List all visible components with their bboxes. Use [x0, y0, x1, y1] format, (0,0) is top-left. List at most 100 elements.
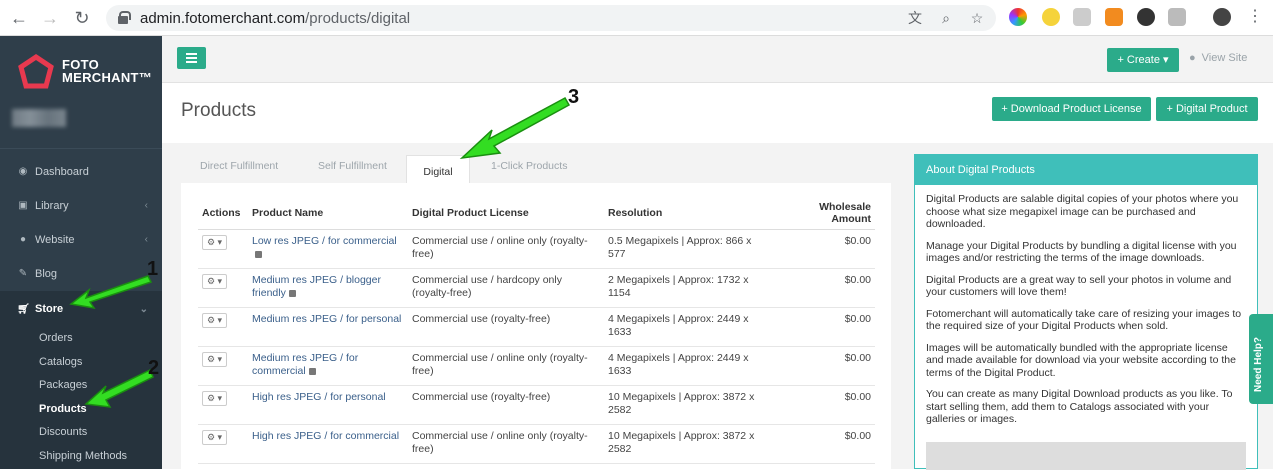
product-name-link[interactable]: Medium res JPEG / for personal	[252, 313, 401, 325]
hamburger-menu-button[interactable]	[177, 47, 206, 69]
license-cell: Commercial use / online only (royalty-fr…	[408, 229, 604, 269]
about-panel-body: Digital Products are salable digital cop…	[915, 185, 1257, 426]
products-table: Actions Product Name Digital Product Lic…	[198, 197, 875, 464]
product-name-link[interactable]: High res JPEG / for commercial	[252, 430, 399, 442]
resolution-cell: 2 Megapixels | Approx: 1732 x 1154	[604, 268, 774, 308]
sidebar-item-store[interactable]: 🛒︎ Store ⌄	[0, 291, 162, 328]
zoom-icon[interactable]: ⌕	[937, 9, 955, 27]
sidebar-subitem-catalogs[interactable]: Catalogs	[39, 356, 82, 368]
tab-self-fulfillment[interactable]: Self Fulfillment	[318, 160, 387, 172]
tab-direct-fulfillment[interactable]: Direct Fulfillment	[200, 160, 278, 172]
sidebar-item-library[interactable]: ▣ Library ‹	[0, 189, 162, 223]
chevron-left-icon: ‹	[144, 200, 148, 211]
sidebar-subitem-products[interactable]: Products	[39, 403, 87, 415]
sidebar-item-blog[interactable]: ✎ Blog	[0, 257, 162, 291]
add-digital-product-button[interactable]: + Digital Product	[1156, 97, 1258, 121]
product-name-cell: Medium res JPEG / for personal	[248, 307, 408, 347]
product-name-link[interactable]: Medium res JPEG / blogger friendly	[252, 274, 381, 299]
tab-digital[interactable]: Digital	[406, 155, 470, 183]
column-header: Product Name	[248, 197, 408, 230]
row-actions-button[interactable]: ⚙ ▾	[202, 235, 227, 250]
annotation-number-2: 2	[148, 357, 160, 379]
page-header: Products + Download Product License + Di…	[162, 83, 1273, 143]
license-cell: Commercial use (royalty-free)	[408, 385, 604, 425]
actions-cell: ⚙ ▾	[198, 385, 248, 425]
product-name-cell: High res JPEG / for personal	[248, 385, 408, 425]
table-header-row: Actions Product Name Digital Product Lic…	[198, 197, 875, 230]
table-row: ⚙ ▾ Low res JPEG / for commercial Commerci…	[198, 229, 875, 269]
tab-1-click-products[interactable]: 1-Click Products	[491, 160, 567, 172]
product-name-cell: High res JPEG / for commercial	[248, 424, 408, 464]
product-name-link[interactable]: High res JPEG / for personal	[252, 391, 386, 403]
sidebar-subitem-shipping-methods[interactable]: Shipping Methods	[39, 450, 127, 462]
row-actions-button[interactable]: ⚙ ▾	[202, 274, 227, 289]
menu-kebab-icon[interactable]: ⋮	[1243, 5, 1267, 29]
column-header: Resolution	[604, 197, 774, 230]
sidebar-subitem-orders[interactable]: Orders	[39, 332, 73, 344]
sidebar-subitem-packages[interactable]: Packages	[39, 379, 87, 391]
forward-icon[interactable]: →	[38, 6, 62, 30]
top-bar: + Create ▾ ● View Site	[162, 36, 1273, 83]
store-submenu: Orders Catalogs Packages Products Discou…	[0, 328, 162, 469]
globe-icon: ●	[1189, 52, 1196, 64]
row-actions-button[interactable]: ⚙ ▾	[202, 430, 227, 445]
need-help-tab[interactable]: Need Help?	[1249, 314, 1273, 404]
camera-extension-icon[interactable]	[1073, 8, 1091, 26]
main-content: + Create ▾ ● View Site Products + Downloa…	[162, 36, 1273, 470]
download-product-license-button[interactable]: + Download Product License	[992, 97, 1151, 121]
back-icon[interactable]: ←	[7, 6, 31, 30]
sidebar-subitem-discounts[interactable]: Discounts	[39, 426, 87, 438]
product-name-cell: Medium res JPEG / for commercial	[248, 346, 408, 386]
reload-icon[interactable]: ↻	[70, 6, 94, 30]
about-panel-title: About Digital Products	[915, 155, 1257, 185]
rss-icon[interactable]	[1105, 8, 1123, 26]
blurred-account-name	[12, 109, 66, 127]
sidebar-item-label: Blog	[35, 268, 58, 280]
translate-icon[interactable]: 文	[906, 9, 924, 27]
info-extension-icon[interactable]	[1137, 8, 1155, 26]
lock-icon	[118, 11, 131, 24]
chevron-down-icon: ⌄	[139, 304, 148, 315]
about-image-placeholder	[926, 442, 1246, 470]
actions-cell: ⚙ ▾	[198, 424, 248, 464]
license-cell: Commercial use / online only (royalty-fr…	[408, 346, 604, 386]
cart-icon: 🛒︎	[17, 304, 30, 315]
product-name-cell: Medium res JPEG / blogger friendly	[248, 268, 408, 308]
table-row: ⚙ ▾ High res JPEG / for commercial Commerc…	[198, 424, 875, 464]
column-header: Actions	[198, 197, 248, 230]
wholesale-amount-cell: $0.00	[774, 346, 875, 386]
product-name-link[interactable]: Low res JPEG / for commercial	[252, 235, 397, 247]
actions-cell: ⚙ ▾	[198, 229, 248, 269]
sidebar-divider	[0, 148, 162, 149]
profile-avatar-icon[interactable]	[1213, 8, 1231, 26]
globe-icon: ●	[19, 234, 27, 245]
lock-icon	[288, 290, 296, 297]
bookmark-star-icon[interactable]: ☆	[968, 9, 986, 27]
about-paragraph: Manage your Digital Products by bundling…	[926, 239, 1237, 265]
sidebar-item-website[interactable]: ● Website ‹	[0, 223, 162, 257]
puzzle-extension-icon[interactable]	[1168, 8, 1186, 26]
resolution-cell: 4 Megapixels | Approx: 2449 x 1633	[604, 307, 774, 347]
about-paragraph: Fotomerchant will automatically take car…	[926, 307, 1242, 333]
row-actions-button[interactable]: ⚙ ▾	[202, 352, 227, 367]
product-name-link[interactable]: Medium res JPEG / for commercial	[252, 352, 358, 377]
edit-icon: ✎	[18, 268, 28, 279]
lightbulb-extension-icon[interactable]	[1042, 8, 1060, 26]
wholesale-amount-cell: $0.00	[774, 268, 875, 308]
actions-cell: ⚙ ▾	[198, 268, 248, 308]
table-row: ⚙ ▾ Medium res JPEG / for commercial Comme…	[198, 346, 875, 386]
annotation-number-3: 3	[568, 86, 580, 108]
sidebar-item-dashboard[interactable]: ◉ Dashboard	[0, 155, 162, 189]
address-bar[interactable]: admin.fotomerchant.com/products/digital …	[106, 5, 996, 31]
create-dropdown-button[interactable]: + Create ▾	[1107, 48, 1179, 72]
row-actions-button[interactable]: ⚙ ▾	[202, 391, 227, 406]
row-actions-button[interactable]: ⚙ ▾	[202, 313, 227, 328]
resolution-cell: 10 Megapixels | Approx: 3872 x 2582	[604, 385, 774, 425]
license-cell: Commercial use / hardcopy only (royalty-…	[408, 268, 604, 308]
dashboard-icon: ◉	[18, 166, 28, 177]
image-icon: ▣	[18, 200, 28, 211]
table-row: ⚙ ▾ Medium res JPEG / blogger friendly Com…	[198, 268, 875, 308]
extension-icon[interactable]	[1009, 8, 1027, 26]
page-title: Products	[181, 100, 256, 121]
view-site-link[interactable]: ● View Site	[1189, 52, 1247, 64]
